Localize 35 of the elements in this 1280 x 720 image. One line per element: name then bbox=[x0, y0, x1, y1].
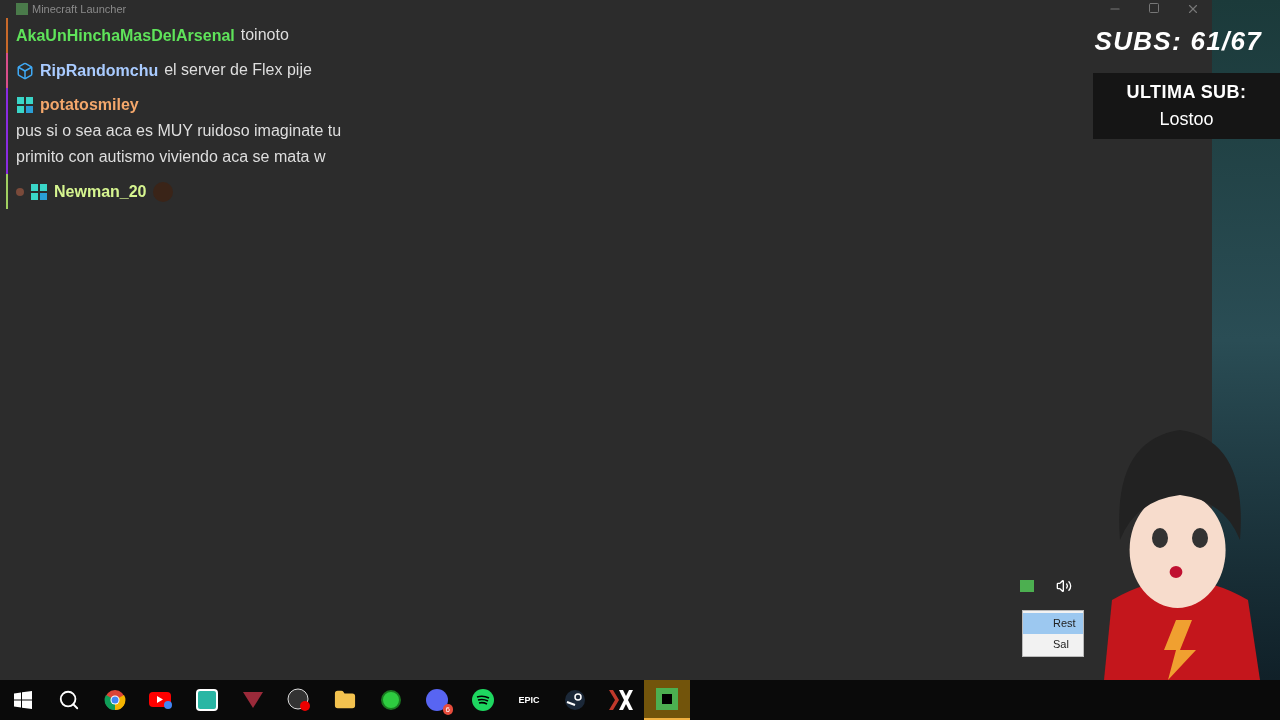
chat-message: el server de Flex pije bbox=[164, 59, 312, 80]
menu-item[interactable]: Rest bbox=[1023, 613, 1083, 634]
chat-username[interactable]: AkaUnHinchaMasDelArsenal bbox=[16, 22, 235, 49]
taskbar-app[interactable] bbox=[644, 680, 690, 720]
last-sub-label: ULTIMA SUB: bbox=[1126, 81, 1247, 104]
search-icon bbox=[58, 689, 80, 711]
tiles-icon bbox=[30, 183, 48, 202]
notification-badge: 6 bbox=[442, 704, 453, 715]
close-icon[interactable] bbox=[1186, 2, 1200, 16]
taskbar-app[interactable]: 6 bbox=[414, 680, 460, 720]
browser-icon bbox=[104, 689, 126, 711]
menu-item[interactable]: Sal bbox=[1023, 633, 1083, 654]
cube-icon bbox=[16, 61, 34, 80]
windows-icon bbox=[14, 691, 32, 709]
maximize-icon[interactable] bbox=[1148, 2, 1160, 14]
chat-username[interactable]: potatosmiley bbox=[40, 92, 139, 119]
last-sub-name: Lostoo bbox=[1159, 108, 1214, 131]
taskbar-app[interactable]: EPIC bbox=[506, 680, 552, 720]
chat-message: toinoto bbox=[240, 25, 289, 45]
gpu-icon bbox=[1020, 580, 1034, 592]
app-icon bbox=[381, 690, 401, 710]
record-icon bbox=[287, 688, 311, 712]
chat-message: pus si o sea aca es MUY ruidoso imaginate tu primito con autismo viviendo aca se mata w bbox=[16, 121, 343, 168]
video-app-icon bbox=[149, 690, 173, 710]
folder-icon bbox=[334, 689, 356, 711]
volume-icon bbox=[1056, 578, 1072, 594]
chat-username[interactable]: RipRandomchu bbox=[40, 57, 159, 84]
subs-counter: SUBS: 61/67 bbox=[1094, 25, 1262, 58]
music-app-icon bbox=[472, 689, 494, 711]
tiles-icon bbox=[16, 96, 34, 115]
x-logo-icon bbox=[609, 690, 633, 710]
epic-label: EPIC bbox=[518, 695, 540, 705]
chat-username[interactable]: Newman_20 bbox=[54, 179, 147, 206]
window-title: Minecraft Launcher bbox=[32, 1, 127, 17]
app-icon bbox=[196, 689, 218, 711]
